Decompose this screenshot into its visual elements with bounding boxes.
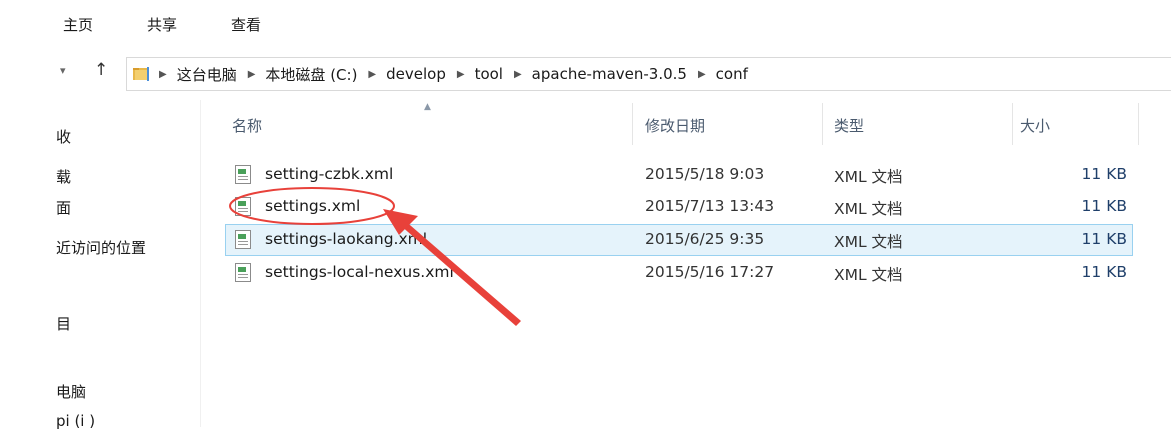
breadcrumb-local-disk[interactable]: 本地磁盘 (C:): [264, 64, 358, 85]
breadcrumb: ▶ 这台电脑 ▶ 本地磁盘 (C:) ▶ develop ▶ tool ▶ ap…: [127, 58, 749, 90]
file-name: settings-local-nexus.xml: [265, 263, 454, 281]
file-type: XML 文档: [834, 266, 903, 284]
xml-file-icon: [235, 197, 251, 216]
file-type: XML 文档: [834, 233, 903, 251]
file-name: settings.xml: [265, 197, 361, 215]
sidebar-item-favorites[interactable]: 收: [56, 126, 71, 147]
tab-home[interactable]: 主页: [63, 14, 93, 35]
column-divider[interactable]: [822, 103, 823, 145]
file-date: 2015/5/16 17:27: [645, 263, 775, 281]
breadcrumb-maven[interactable]: apache-maven-3.0.5: [531, 65, 688, 83]
tab-view[interactable]: 查看: [231, 14, 261, 35]
chevron-right-icon: ▶: [513, 68, 522, 80]
sidebar-item-libraries[interactable]: 目: [56, 313, 71, 334]
chevron-right-icon: ▶: [697, 68, 706, 80]
xml-file-icon: [235, 263, 251, 282]
column-header-type[interactable]: 类型: [834, 115, 864, 136]
file-row[interactable]: setting-czbk.xml 2015/5/18 9:03 XML 文档 1…: [225, 159, 1133, 191]
chevron-right-icon: ▶: [368, 68, 377, 80]
chevron-right-icon: ▶: [159, 68, 167, 80]
column-divider[interactable]: [632, 103, 633, 145]
file-name: settings-laokang.xml: [265, 230, 428, 248]
file-date: 2015/6/25 9:35: [645, 230, 765, 248]
breadcrumb-tool[interactable]: tool: [474, 65, 504, 83]
sidebar-item-this-pc[interactable]: 电脑: [56, 381, 86, 402]
folder-icon: [133, 67, 149, 81]
file-size: 11 KB: [1081, 197, 1127, 215]
pane-divider: [200, 100, 201, 427]
chevron-right-icon: ▶: [247, 68, 256, 80]
file-type: XML 文档: [834, 168, 903, 186]
sort-ascending-icon: ▲: [424, 102, 431, 112]
sidebar-item-downloads[interactable]: 载: [56, 166, 71, 187]
breadcrumb-this-pc[interactable]: 这台电脑: [176, 64, 238, 85]
column-header-date[interactable]: 修改日期: [645, 115, 705, 136]
breadcrumb-develop[interactable]: develop: [385, 65, 447, 83]
xml-file-icon: [235, 230, 251, 249]
file-type: XML 文档: [834, 200, 903, 218]
file-date: 2015/5/18 9:03: [645, 165, 765, 183]
sidebar-item-partial[interactable]: pi (i ): [56, 412, 95, 430]
file-row[interactable]: settings-local-nexus.xml 2015/5/16 17:27…: [225, 257, 1133, 289]
file-name: setting-czbk.xml: [265, 165, 394, 183]
column-divider[interactable]: [1012, 103, 1013, 145]
address-bar[interactable]: ▶ 这台电脑 ▶ 本地磁盘 (C:) ▶ develop ▶ tool ▶ ap…: [126, 57, 1171, 91]
tab-share[interactable]: 共享: [147, 14, 177, 35]
file-size: 11 KB: [1081, 263, 1127, 281]
breadcrumb-conf[interactable]: conf: [715, 65, 749, 83]
xml-file-icon: [235, 165, 251, 184]
column-divider: [1138, 103, 1139, 145]
up-arrow-icon[interactable]: ↑: [94, 60, 108, 80]
recent-locations-icon[interactable]: ▾: [60, 64, 66, 77]
sidebar-item-desktop[interactable]: 面: [56, 197, 71, 218]
file-row[interactable]: settings.xml 2015/7/13 13:43 XML 文档 11 K…: [225, 191, 1133, 223]
file-size: 11 KB: [1081, 230, 1127, 248]
file-row-selected[interactable]: settings-laokang.xml 2015/6/25 9:35 XML …: [225, 224, 1133, 256]
column-header-name[interactable]: 名称: [232, 115, 262, 136]
file-size: 11 KB: [1081, 165, 1127, 183]
chevron-right-icon: ▶: [456, 68, 465, 80]
sidebar-item-recent-places[interactable]: 近访问的位置: [56, 237, 146, 258]
file-date: 2015/7/13 13:43: [645, 197, 775, 215]
column-header-size[interactable]: 大小: [1020, 115, 1050, 136]
